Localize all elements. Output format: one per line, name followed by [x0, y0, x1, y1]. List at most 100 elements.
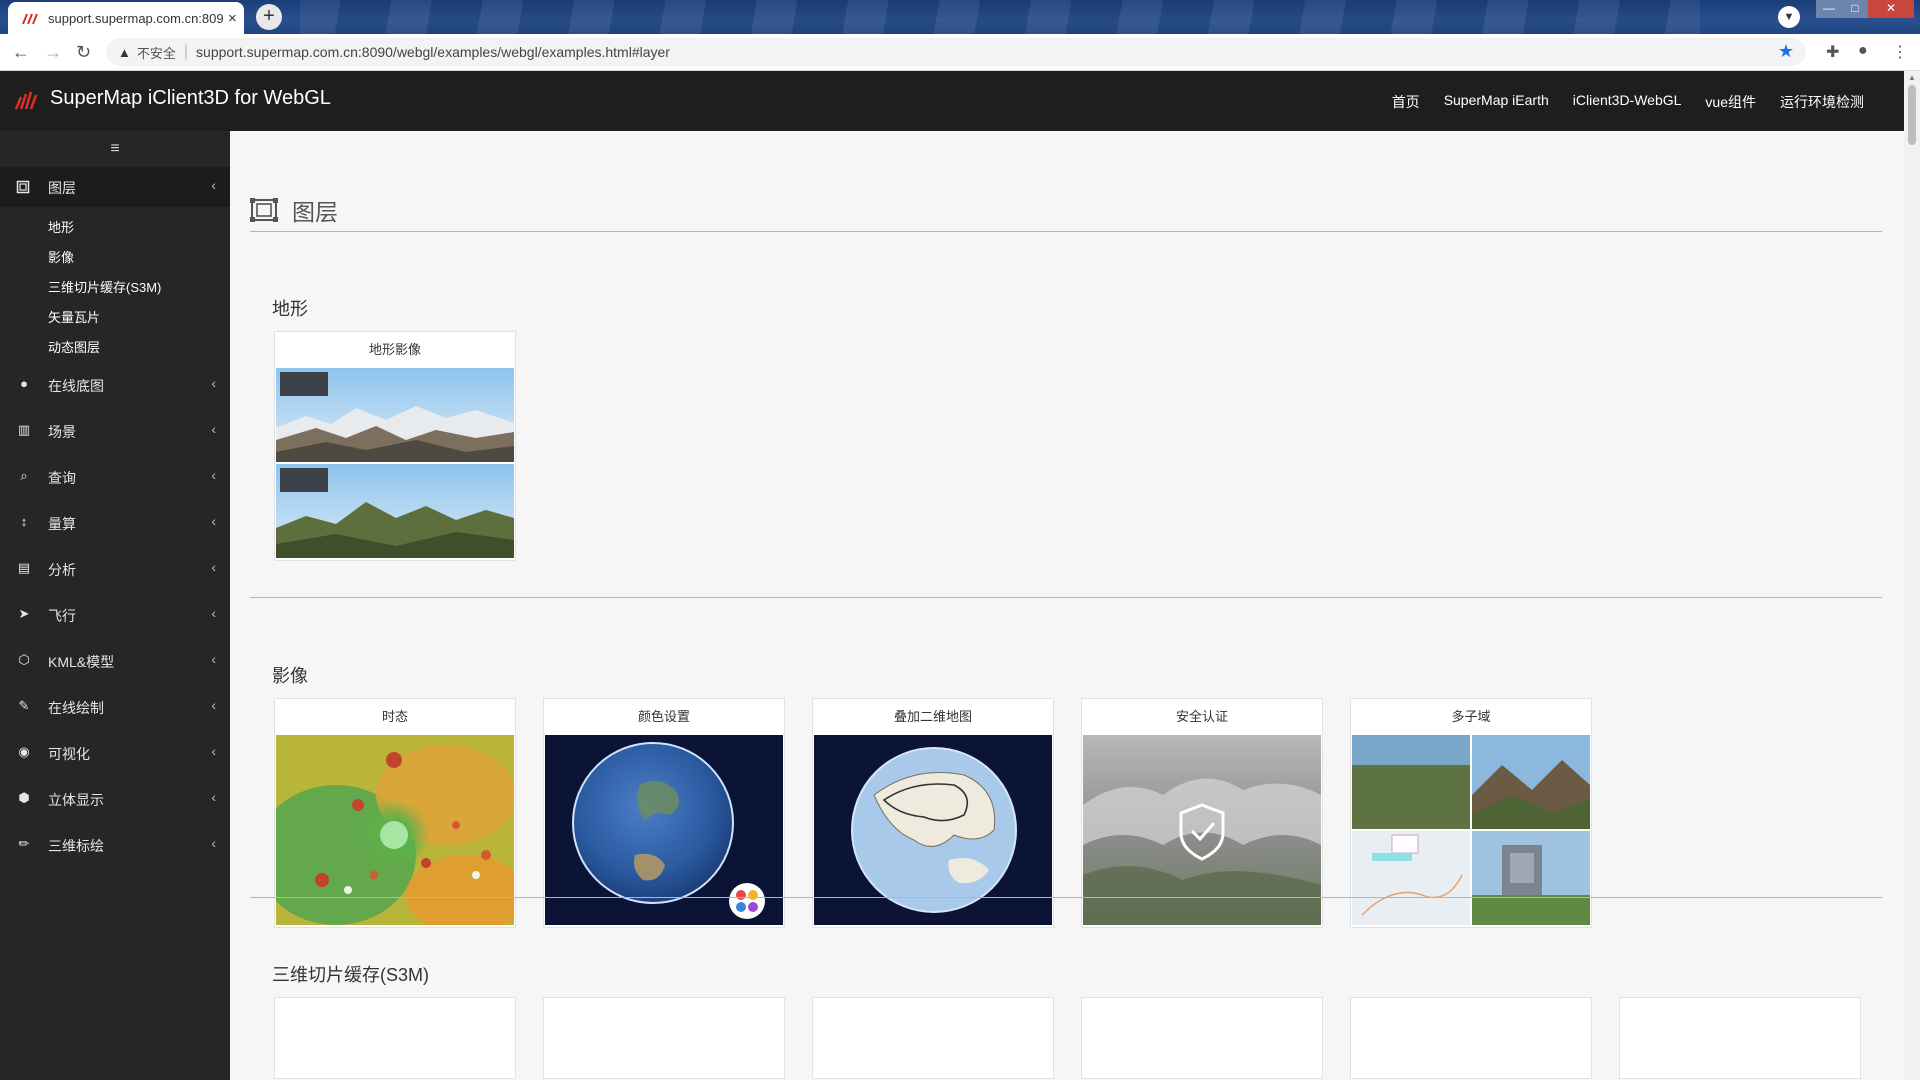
chevron-left-icon: ‹ — [211, 743, 216, 759]
example-card-s3m[interactable] — [1619, 997, 1861, 1079]
forward-icon[interactable]: → — [44, 42, 62, 63]
terrain-thumbnail — [276, 368, 514, 558]
example-card-s3m[interactable] — [543, 997, 785, 1079]
browser-profile-menu-icon[interactable]: ▼ — [1778, 6, 1800, 28]
window-minimize-button[interactable]: — — [1816, 0, 1842, 18]
nav-environment-check[interactable]: 运行环境检测 — [1780, 92, 1864, 112]
reload-icon[interactable]: ↻ — [76, 42, 91, 63]
sidebar-item-online-draw[interactable]: ✎ 在线绘制 ‹ — [0, 687, 230, 727]
card-title: 叠加二维地图 — [893, 709, 972, 724]
example-card-overlay-2d-map[interactable]: 叠加二维地图 — [812, 698, 1054, 928]
section-title-terrain: 地形 — [272, 299, 308, 319]
sidebar-toggle-icon[interactable]: ≡ — [0, 131, 230, 167]
sidebar-item-query[interactable]: ⌕ 查询 ‹ — [0, 457, 230, 497]
eye-icon: ◉ — [18, 744, 30, 759]
nav-iearth[interactable]: SuperMap iEarth — [1444, 92, 1549, 112]
card-title: 安全认证 — [1175, 709, 1228, 724]
example-card-terrain-imagery[interactable]: 地形影像 — [274, 331, 516, 561]
chevron-left-icon: ‹ — [211, 697, 216, 713]
example-card-color-settings[interactable]: 颜色设置 — [543, 698, 785, 928]
chevron-left-icon: ‹ — [211, 421, 216, 437]
browser-tab[interactable]: support.supermap.com.cn:809 × — [8, 2, 244, 34]
sidebar-item-online-basemap[interactable]: ● 在线底图 ‹ — [0, 365, 230, 405]
arrows-vertical-icon: ↕ — [20, 514, 28, 529]
sub-item-dynamic-layer[interactable]: 动态图层 — [48, 337, 100, 356]
new-tab-button[interactable]: + — [256, 4, 282, 30]
bookmark-star-icon[interactable]: ★ — [1778, 41, 1794, 62]
chevron-left-icon: ‹ — [211, 513, 216, 529]
section-title-s3m: 三维切片缓存(S3M) — [272, 965, 429, 985]
url-text[interactable]: support.supermap.com.cn:8090/webgl/examp… — [196, 44, 670, 60]
url-field[interactable]: ▲ 不安全 | support.supermap.com.cn:8090/web… — [106, 38, 1806, 66]
example-card-s3m[interactable] — [812, 997, 1054, 1079]
card-title: 地形影像 — [368, 342, 421, 357]
insecure-label: 不安全 — [136, 45, 176, 61]
example-card-s3m[interactable] — [1350, 997, 1592, 1079]
scrollbar-thumb[interactable] — [1908, 85, 1916, 145]
top-navigation: 首页 SuperMap iEarth iClient3D-WebGL vue组件… — [1368, 92, 1864, 112]
page-scrollbar[interactable]: ▲ — [1904, 71, 1920, 1080]
example-card-s3m[interactable] — [1081, 997, 1323, 1079]
paper-plane-icon: ➤ — [18, 606, 30, 621]
browser-address-bar: ← → ↻ ▲ 不安全 | support.supermap.com.cn:80… — [0, 34, 1920, 71]
sidebar-item-label: 在线底图 — [48, 378, 104, 394]
sidebar-item-label: KML&模型 — [48, 654, 115, 670]
sidebar-item-label: 三维标绘 — [48, 838, 104, 854]
brand-title[interactable]: SuperMap iClient3D for WebGL — [50, 87, 331, 110]
window-close-button[interactable]: ✕ — [1868, 0, 1914, 18]
sidebar-item-scene[interactable]: ▥ 场景 ‹ — [0, 411, 230, 451]
card-title: 时态 — [381, 709, 408, 724]
extensions-icon[interactable]: ✚ — [1826, 42, 1839, 62]
pencil-icon: ✏ — [18, 836, 30, 851]
example-card-multi-subdomain[interactable]: 多子域 — [1350, 698, 1592, 928]
sidebar-item-label: 图层 — [48, 180, 76, 196]
scroll-up-icon[interactable]: ▲ — [1908, 73, 1916, 82]
profile-icon[interactable]: ● — [1858, 42, 1868, 60]
sidebar-item-flight[interactable]: ➤ 飞行 ‹ — [0, 595, 230, 635]
section-divider — [250, 897, 1882, 898]
more-menu-icon[interactable]: ⋮ — [1892, 42, 1908, 62]
sidebar-item-label: 场景 — [48, 424, 76, 440]
main-content: 图层 地形 地形影像 影像 时态 颜色设置 叠加二维地图 安全认证 多子域 三维… — [230, 131, 1904, 1080]
sidebar-item-label: 量算 — [48, 516, 76, 532]
browser-tab-strip: support.supermap.com.cn:809 × + ▼ — □ ✕ — [0, 0, 1920, 34]
sidebar-item-stereo-display[interactable]: ⬢ 立体显示 ‹ — [0, 779, 230, 819]
sub-item-terrain[interactable]: 地形 — [48, 217, 74, 236]
sub-item-imagery[interactable]: 影像 — [48, 247, 74, 266]
back-icon[interactable]: ← — [12, 42, 30, 63]
sidebar-item-3d-plotting[interactable]: ✏ 三维标绘 ‹ — [0, 825, 230, 865]
sidebar-item-label: 查询 — [48, 470, 76, 486]
tab-close-icon[interactable]: × — [228, 10, 237, 27]
nav-vue-components[interactable]: vue组件 — [1705, 92, 1756, 112]
sidebar-item-kml-model[interactable]: ⬡ KML&模型 ‹ — [0, 641, 230, 681]
sidebar-item-measure[interactable]: ↕ 量算 ‹ — [0, 503, 230, 543]
layer-frame-icon — [16, 180, 30, 194]
window-maximize-button[interactable]: □ — [1842, 0, 1868, 18]
globe-icon: ● — [20, 376, 28, 391]
cube-icon: ⬢ — [18, 790, 30, 805]
supermap-logo-icon[interactable] — [14, 89, 40, 111]
supermap-favicon-icon — [22, 13, 38, 25]
sub-item-vector-tiles[interactable]: 矢量瓦片 — [48, 307, 100, 326]
section-divider — [250, 231, 1882, 232]
chevron-left-icon: ‹ — [211, 375, 216, 391]
search-icon: ⌕ — [20, 468, 28, 483]
sidebar-item-layer[interactable]: 图层 ‹ — [0, 167, 230, 207]
map-icon: ▤ — [17, 560, 31, 575]
chevron-left-icon: ‹ — [211, 651, 216, 667]
example-card-security-auth[interactable]: 安全认证 — [1081, 698, 1323, 928]
cubes-icon: ⬡ — [18, 652, 30, 667]
sidebar-item-label: 可视化 — [48, 746, 90, 762]
sidebar-item-visualization[interactable]: ◉ 可视化 ‹ — [0, 733, 230, 773]
example-card-temporal[interactable]: 时态 — [274, 698, 516, 928]
tab-title: support.supermap.com.cn:809 — [48, 10, 224, 26]
bank-icon: ▥ — [17, 422, 31, 437]
nav-home[interactable]: 首页 — [1392, 92, 1420, 112]
nav-iclient3d-webgl[interactable]: iClient3D-WebGL — [1573, 92, 1682, 112]
sidebar-item-label: 在线绘制 — [48, 700, 104, 716]
sidebar-item-analysis[interactable]: ▤ 分析 ‹ — [0, 549, 230, 589]
sub-item-s3m[interactable]: 三维切片缓存(S3M) — [48, 277, 161, 296]
card-title: 多子域 — [1451, 709, 1491, 724]
tab-strip-background — [300, 0, 1700, 34]
example-card-s3m[interactable] — [274, 997, 516, 1079]
